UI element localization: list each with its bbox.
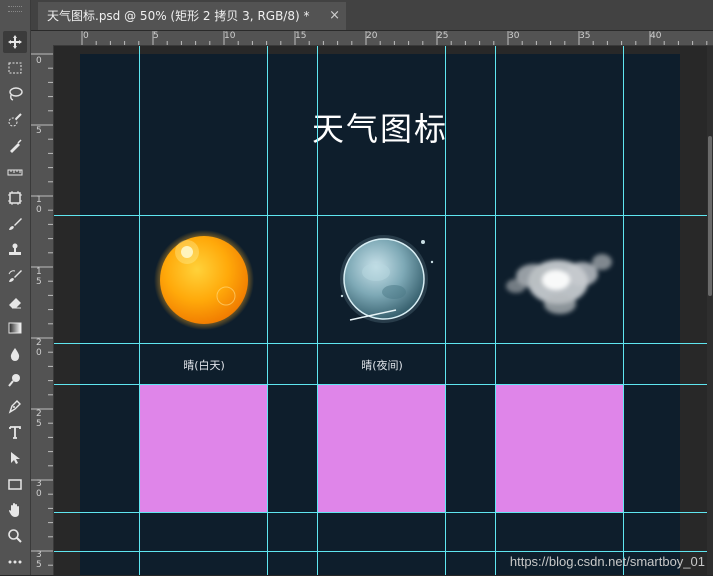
- icon-label-sun: 晴(白天): [183, 359, 225, 372]
- placeholder-rectangle[interactable]: [496, 384, 624, 512]
- dodge-tool-icon[interactable]: [3, 369, 27, 391]
- scrollbar-thumb[interactable]: [708, 136, 712, 296]
- ruler-label: 5: [153, 31, 159, 41]
- brush-selection-tool-icon[interactable]: [3, 135, 27, 157]
- document-tab-bar: 天气图标.psd @ 50% (矩形 2 拷贝 3, RGB/8) * ×: [31, 0, 713, 31]
- watermark-text: https://blog.csdn.net/smartboy_01: [509, 554, 705, 569]
- moon-icon[interactable]: [336, 234, 436, 334]
- ruler-label: 35: [579, 31, 591, 41]
- ruler-label: 1 5: [36, 267, 42, 287]
- ruler-label: 3 5: [36, 550, 42, 570]
- guide-horizontal[interactable]: [54, 551, 713, 552]
- more-tools-icon[interactable]: [3, 551, 27, 573]
- ruler-tool-icon[interactable]: [3, 161, 27, 183]
- guide-horizontal[interactable]: [54, 384, 713, 385]
- document-canvas[interactable]: 天气图标 晴(白天) 晴(夜间): [80, 54, 680, 575]
- cloud-icon[interactable]: [498, 240, 624, 326]
- ruler-label: 0: [83, 31, 89, 41]
- frame-tool-icon[interactable]: [3, 187, 27, 209]
- sun-icon[interactable]: [154, 230, 254, 330]
- move-tool-icon[interactable]: [3, 31, 27, 53]
- ruler-vertical[interactable]: 0 5 1 0 1 5 2 0 2 5 3 0 3 5: [31, 45, 54, 575]
- ruler-label: 15: [295, 31, 307, 41]
- document-tab[interactable]: 天气图标.psd @ 50% (矩形 2 拷贝 3, RGB/8) * ×: [38, 2, 346, 30]
- quick-selection-tool-icon[interactable]: [3, 109, 27, 131]
- vertical-scrollbar[interactable]: [707, 46, 713, 575]
- document-tab-title: 天气图标.psd @ 50% (矩形 2 拷贝 3, RGB/8) *: [47, 9, 310, 23]
- rectangle-tool-icon[interactable]: [3, 473, 27, 495]
- blur-tool-icon[interactable]: [3, 343, 27, 365]
- tools-panel: [0, 0, 31, 575]
- ruler-label: 30: [508, 31, 520, 41]
- guide-vertical[interactable]: [445, 46, 446, 575]
- lasso-tool-icon[interactable]: [3, 83, 27, 105]
- panel-grip[interactable]: [8, 6, 22, 12]
- page-title: 天气图标: [311, 110, 448, 148]
- ruler-label: 0: [36, 56, 42, 66]
- canvas-area[interactable]: 天气图标 晴(白天) 晴(夜间): [54, 46, 713, 575]
- guide-vertical[interactable]: [267, 46, 268, 575]
- marquee-tool-icon[interactable]: [3, 57, 27, 79]
- gradient-tool-icon[interactable]: [3, 317, 27, 339]
- zoom-tool-icon[interactable]: [3, 525, 27, 547]
- pen-tool-icon[interactable]: [3, 395, 27, 417]
- ruler-label: 1 0: [36, 195, 42, 215]
- ruler-label: 2 0: [36, 338, 42, 358]
- close-icon[interactable]: ×: [329, 2, 340, 30]
- ruler-label: 40: [650, 31, 662, 41]
- ruler-label: 25: [437, 31, 449, 41]
- clone-stamp-tool-icon[interactable]: [3, 239, 27, 261]
- ruler-corner[interactable]: [31, 31, 54, 45]
- hand-tool-icon[interactable]: [3, 499, 27, 521]
- guide-vertical[interactable]: [317, 46, 318, 575]
- ruler-label: 10: [224, 31, 236, 41]
- brush-tool-icon[interactable]: [3, 213, 27, 235]
- ruler-horizontal[interactable]: 0 5 10 15 20 25 30 35 40: [54, 31, 713, 46]
- ruler-vertical-ticks: [31, 53, 53, 566]
- icon-label-moon: 晴(夜间): [361, 359, 403, 372]
- guide-horizontal[interactable]: [54, 343, 713, 344]
- eraser-tool-icon[interactable]: [3, 291, 27, 313]
- type-tool-icon[interactable]: [3, 421, 27, 443]
- path-selection-tool-icon[interactable]: [3, 447, 27, 469]
- guide-horizontal[interactable]: [54, 215, 713, 216]
- guide-vertical[interactable]: [623, 46, 624, 575]
- guide-vertical[interactable]: [495, 46, 496, 575]
- history-brush-tool-icon[interactable]: [3, 265, 27, 287]
- guide-horizontal[interactable]: [54, 512, 713, 513]
- guide-vertical[interactable]: [139, 46, 140, 575]
- placeholder-rectangle[interactable]: [318, 384, 446, 512]
- placeholder-rectangle[interactable]: [140, 384, 268, 512]
- ruler-label: 3 0: [36, 479, 42, 499]
- ruler-label: 20: [366, 31, 378, 41]
- ruler-label: 2 5: [36, 409, 42, 429]
- ruler-label: 5: [36, 126, 42, 136]
